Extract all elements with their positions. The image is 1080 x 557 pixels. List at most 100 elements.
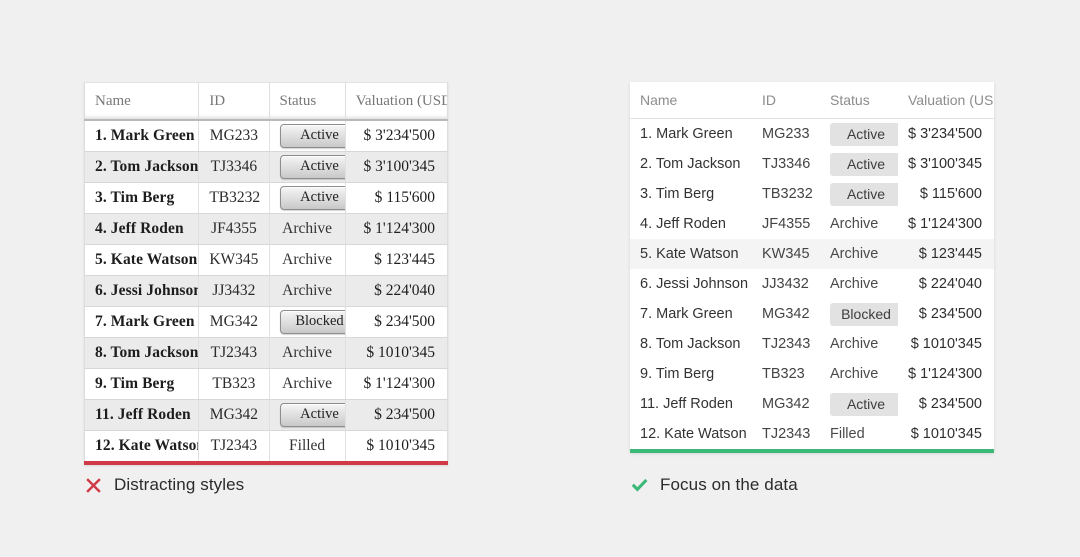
cell-name: 8. Tom Jackson [640,336,741,352]
status-badge[interactable]: Active [830,392,898,416]
cell-valuation: $ 1'124'300 [908,216,983,232]
cell-name: 3. Tim Berg [84,182,200,214]
status-badge[interactable]: Active [279,155,345,179]
cell-id: TJ2343 [762,336,811,352]
table-row[interactable]: 12. Kate Watson TJ2343 Filled $ 1010'345 [630,419,994,451]
cell-id: KW345 [752,239,820,269]
cell-status: Filled [269,430,346,464]
cell-valuation: $ 3'234'500 [345,120,448,152]
table-row[interactable]: 3. Tim Berg TB3232 Active $ 115'600 [630,179,994,209]
cell-valuation: $ 1'124'300 [908,366,983,382]
cell-valuation: $ 1010'345 [345,430,448,464]
table-row[interactable]: 1. Mark Green MG233 Active $ 3'234'500 [630,119,994,150]
cell-status: Active [820,179,898,209]
distracting-data-table: Name ID Status Valuation (USD) 1. Mark G… [84,82,448,465]
table-row[interactable]: 7. Mark Green MG342 Blocked $ 234'500 [630,299,994,329]
cell-id: JJ3432 [762,276,809,292]
clean-data-table: Name ID Status Valuation (USD) 1. Mark G… [630,82,994,453]
distracting-caption: Distracting styles [84,475,244,495]
column-header-valuation[interactable]: Valuation (USD) [898,82,994,119]
cell-name: 5. Kate Watson [630,239,752,269]
status-badge[interactable]: Active [830,152,898,176]
cell-status: Archive [820,239,898,269]
table-row[interactable]: 4. Jeff Roden JF4355 Archive $ 1'124'300 [630,209,994,239]
cell-name: 5. Kate Watson [84,244,200,276]
cell-id: KW345 [198,244,270,276]
table-row[interactable]: 4. Jeff Roden JF4355 Archive $ 1'124'300 [84,213,448,245]
cell-id: MG342 [198,306,270,338]
table-row[interactable]: 6. Jessi Johnson JJ3432 Archive $ 224'040 [84,275,448,307]
cell-valuation: $ 3'100'345 [908,156,983,172]
cell-status: Active [269,151,346,183]
cell-id: JF4355 [198,213,270,245]
cell-name: 7. Mark Green [640,306,733,322]
table-row[interactable]: 11. Jeff Roden MG342 Active $ 234'500 [84,399,448,431]
status-badge[interactable]: Active [279,124,345,148]
column-header-id[interactable]: ID [752,82,820,119]
column-header-name[interactable]: Name [630,82,752,119]
column-header-id[interactable]: ID [198,82,270,121]
cell-valuation: $ 3'100'345 [345,151,448,183]
cell-status: Archive [830,366,879,382]
table-row[interactable]: 9. Tim Berg TB323 Archive $ 1'124'300 [84,368,448,400]
table-row[interactable]: 8. Tom Jackson TJ2343 Archive $ 1010'345 [84,337,448,369]
cell-name: 6. Jessi Johnson [640,276,749,292]
cell-status: Archive [830,216,879,232]
cell-id: MG233 [762,126,810,142]
column-header-status[interactable]: Status [820,82,898,119]
status-badge[interactable]: Active [830,182,898,206]
cell-id: MG342 [762,396,810,412]
table-row[interactable]: 2. Tom Jackson TJ3346 Active $ 3'100'345 [630,149,994,179]
status-badge[interactable]: Active [279,186,345,210]
table-row[interactable]: 8. Tom Jackson TJ2343 Archive $ 1010'345 [630,329,994,359]
table-row[interactable]: 11. Jeff Roden MG342 Active $ 234'500 [630,389,994,419]
cell-status: Blocked [269,306,346,338]
table-header: Name ID Status Valuation (USD) [84,82,448,121]
clean-table-panel: Name ID Status Valuation (USD) 1. Mark G… [630,82,994,494]
table-row[interactable]: 7. Mark Green MG342 Blocked $ 234'500 [84,306,448,338]
table-row[interactable]: 5. Kate Watson KW345 Archive $ 123'445 [84,244,448,276]
status-badge[interactable]: Blocked [830,302,898,326]
table-row[interactable]: 2. Tom Jackson TJ3346 Active $ 3'100'345 [84,151,448,183]
status-badge[interactable]: Blocked [279,310,345,334]
comparison-stage: Name ID Status Valuation (USD) 1. Mark G… [0,0,1080,557]
cell-name: 9. Tim Berg [640,366,715,382]
cell-valuation: $ 1010'345 [910,336,982,352]
cell-status: Active [269,399,346,431]
cell-status: Archive [269,337,346,369]
cell-status: Archive [830,336,879,352]
table-row[interactable]: 1. Mark Green MG233 Active $ 3'234'500 [84,120,448,152]
status-badge[interactable]: Active [279,403,345,427]
cell-valuation: $ 234'500 [345,306,448,338]
cell-name: 8. Tom Jackson [84,337,200,369]
table-row[interactable]: 6. Jessi Johnson JJ3432 Archive $ 224'040 [630,269,994,299]
status-badge[interactable]: Active [830,122,898,146]
column-header-status[interactable]: Status [269,82,346,121]
table-row[interactable]: 5. Kate Watson KW345 Archive $ 123'445 [630,239,994,269]
cell-id: MG342 [198,399,270,431]
cell-id: TJ2343 [198,430,270,464]
cell-status: Active [820,119,898,150]
table-row[interactable]: 12. Kate Watson TJ2343 Filled $ 1010'345 [84,430,448,464]
table-row[interactable]: 9. Tim Berg TB323 Archive $ 1'124'300 [630,359,994,389]
cell-status: Archive [269,244,346,276]
cell-status: Blocked [820,299,898,329]
column-header-valuation[interactable]: Valuation (USD) [345,82,448,121]
clean-caption-label: Focus on the data [660,475,798,494]
cell-status: Active [820,149,898,179]
cell-valuation: $ 123'445 [345,244,448,276]
cell-valuation: $ 234'500 [918,306,982,322]
table-header: Name ID Status Valuation (USD) [630,82,994,119]
cell-name: 4. Jeff Roden [84,213,200,245]
cell-valuation: $ 1'124'300 [345,213,448,245]
cell-id: JF4355 [762,216,811,232]
cell-status: Active [820,389,898,419]
table-row[interactable]: 3. Tim Berg TB3232 Active $ 115'600 [84,182,448,214]
cell-status: Active [269,182,346,214]
cell-name: 12. Kate Watson [84,430,200,464]
column-header-name[interactable]: Name [84,82,200,121]
cell-name: 9. Tim Berg [84,368,200,400]
cell-status: Filled [830,426,865,442]
cell-valuation: $ 234'500 [345,399,448,431]
cell-name: 3. Tim Berg [640,186,715,202]
